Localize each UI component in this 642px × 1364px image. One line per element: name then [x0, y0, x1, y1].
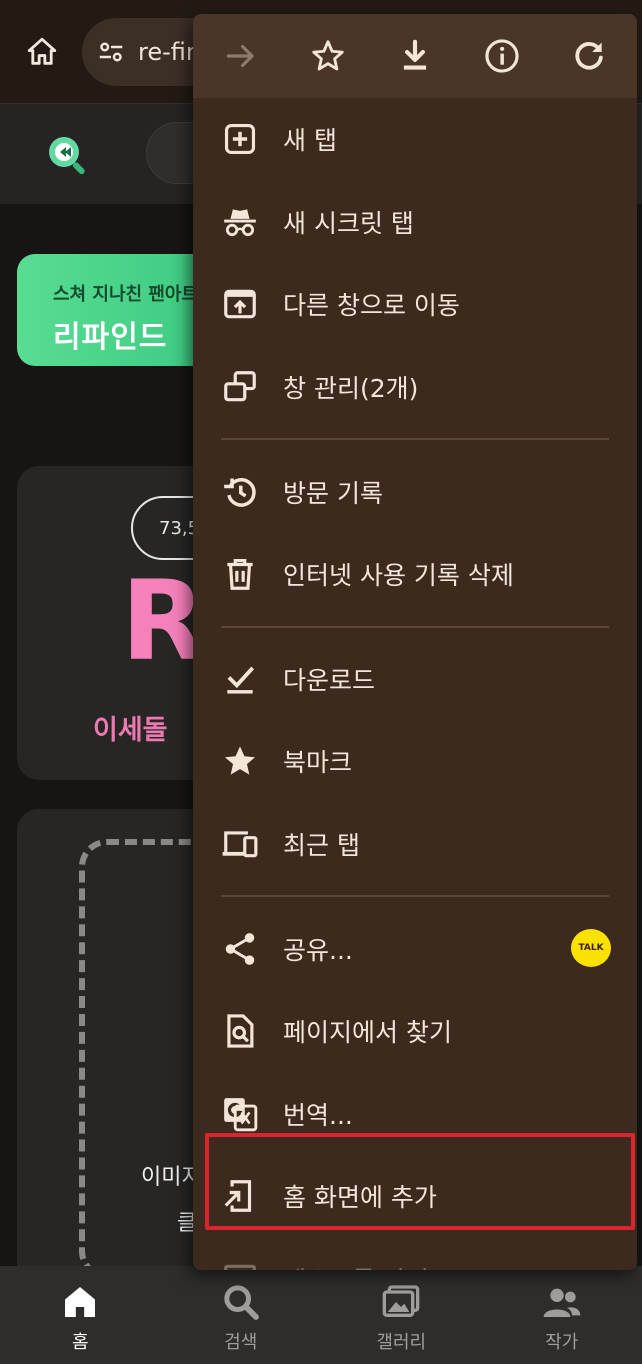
bottom-navigation: 홈 검색 갤러리 작가 [0, 1266, 642, 1364]
menu-item-clear-browsing-data[interactable]: 인터넷 사용 기록 삭제 [193, 533, 637, 616]
nav-label: 작가 [545, 1332, 579, 1353]
menu-item-translate[interactable]: 번역... [193, 1073, 637, 1156]
add-to-home-icon [220, 1176, 260, 1216]
nav-gallery[interactable]: 갤러리 [321, 1266, 482, 1364]
menu-item-label: 페이지에서 찾기 [283, 1018, 452, 1048]
share-icon [220, 929, 260, 969]
menu-item-new-incognito-tab[interactable]: 새 시크릿 탭 [193, 181, 637, 264]
nav-label: 갤러리 [376, 1332, 427, 1353]
menu-item-move-to-window[interactable]: 다른 창으로 이동 [193, 263, 637, 346]
menu-item-desktop-site[interactable]: 데스크톱 사이트 [193, 1238, 637, 1270]
info-icon [485, 39, 519, 73]
menu-item-downloads[interactable]: 다운로드 [193, 638, 637, 721]
site-logo-icon[interactable] [44, 132, 92, 180]
menu-item-label: 홈 화면에 추가 [283, 1183, 437, 1213]
star-filled-icon [220, 741, 260, 781]
devices-icon [220, 824, 260, 864]
menu-divider [221, 438, 609, 441]
desktop-icon [220, 1259, 260, 1270]
menu-item-bookmarks[interactable]: 북마크 [193, 720, 637, 803]
search-icon [224, 1285, 259, 1320]
menu-item-manage-windows[interactable]: 창 관리(2개) [193, 346, 637, 429]
browser-overflow-menu: 새 탭 새 시크릿 탭 다른 창으로 이동 창 관리(2개) 방문 기록 인터넷… [193, 14, 637, 1270]
reload-button[interactable] [564, 31, 614, 81]
menu-item-new-tab[interactable]: 새 탭 [193, 98, 637, 181]
page-info-button[interactable] [477, 31, 527, 81]
gallery-icon [382, 1285, 420, 1317]
menu-item-label: 다른 창으로 이동 [283, 291, 460, 321]
menu-item-add-to-home-screen[interactable]: 홈 화면에 추가 [193, 1155, 637, 1238]
site-settings-icon[interactable] [96, 37, 126, 67]
menu-item-label: 새 시크릿 탭 [283, 208, 414, 238]
menu-item-label: 새 탭 [283, 126, 337, 156]
refresh-icon [575, 42, 604, 70]
people-icon [543, 1288, 581, 1317]
menu-item-label: 데스크톱 사이트 [283, 1261, 452, 1270]
nav-label: 홈 [71, 1332, 89, 1353]
menu-item-label: 창 관리(2개) [283, 374, 419, 404]
download-button[interactable] [390, 31, 440, 81]
nav-artists[interactable]: 작가 [482, 1266, 642, 1364]
menu-item-share[interactable]: 공유... TALK [193, 907, 637, 990]
menu-item-label: 최근 탭 [283, 831, 360, 861]
menu-divider [221, 895, 609, 898]
menu-item-label: 공유... [283, 935, 353, 965]
nav-label: 검색 [224, 1332, 258, 1353]
history-icon [220, 472, 260, 512]
forward-button[interactable] [216, 31, 266, 81]
arrow-forward-icon [226, 44, 254, 68]
nav-search[interactable]: 검색 [161, 1266, 322, 1364]
home-icon [65, 1287, 96, 1317]
menu-item-label: 북마크 [283, 748, 353, 778]
find-in-page-icon [220, 1011, 260, 1051]
menu-item-find-in-page[interactable]: 페이지에서 찾기 [193, 990, 637, 1073]
menu-divider [221, 625, 609, 628]
menu-action-row [193, 14, 637, 98]
nav-home[interactable]: 홈 [0, 1266, 161, 1364]
menu-item-label: 방문 기록 [283, 478, 383, 508]
kakaotalk-share-icon[interactable]: TALK [571, 929, 611, 968]
download-done-icon [220, 659, 260, 699]
trash-icon [220, 554, 260, 594]
menu-list: 새 탭 새 시크릿 탭 다른 창으로 이동 창 관리(2개) 방문 기록 인터넷… [193, 98, 637, 1270]
menu-item-label: 인터넷 사용 기록 삭제 [283, 561, 514, 591]
move-window-icon [220, 284, 260, 324]
menu-item-label: 번역... [283, 1100, 353, 1130]
star-outline-icon [312, 40, 344, 71]
manage-windows-icon [220, 367, 260, 407]
download-icon [403, 39, 427, 70]
menu-item-history[interactable]: 방문 기록 [193, 450, 637, 533]
bookmark-button[interactable] [303, 31, 353, 81]
menu-item-label: 다운로드 [283, 665, 376, 695]
kakaotalk-badge-text: TALK [578, 943, 604, 954]
add-box-icon [220, 119, 260, 159]
tagline: 이세돌 [93, 715, 168, 746]
translate-icon [220, 1094, 260, 1134]
home-icon[interactable] [20, 30, 64, 74]
menu-item-recent-tabs[interactable]: 최근 탭 [193, 803, 637, 886]
incognito-icon [220, 202, 260, 242]
